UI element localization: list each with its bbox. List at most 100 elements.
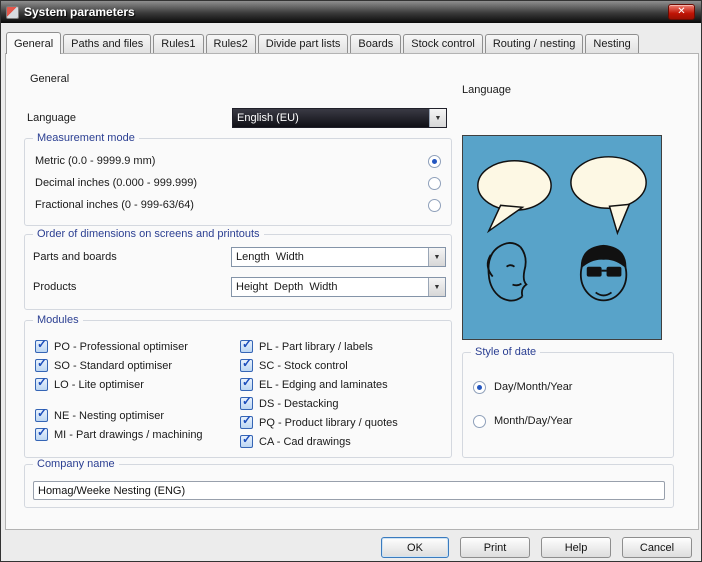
dropdown-arrow-icon[interactable]: ▼ <box>428 278 445 296</box>
date-style-option[interactable]: Month/Day/Year <box>473 413 673 429</box>
tab-label: Rules1 <box>161 38 196 50</box>
check-icon: ✓ <box>37 425 48 439</box>
parts-boards-order-combo[interactable]: Length Width ▼ <box>231 247 446 267</box>
language-illustration-svg <box>463 136 661 339</box>
modules-column-right: ✓ PL - Part library / labels ✓ SC - Stoc… <box>240 337 398 451</box>
checkbox[interactable]: ✓ <box>35 375 48 391</box>
close-button[interactable]: ✕ <box>668 4 695 20</box>
modules-column-left: ✓ PO - Professional optimiser ✓ SO - Sta… <box>35 337 203 444</box>
module-checkbox[interactable]: ✓ CA - Cad drawings <box>240 432 398 451</box>
tab-label: Paths and files <box>71 38 144 50</box>
check-icon: ✓ <box>37 406 48 420</box>
system-parameters-dialog: System parameters ✕ General Paths and fi… <box>0 0 702 562</box>
groupbox-company-name: Company name <box>24 458 674 508</box>
check-icon: ✓ <box>242 394 253 408</box>
module-checkbox[interactable]: ✓ LO - Lite optimiser <box>35 375 203 394</box>
cancel-button[interactable]: Cancel <box>622 537 692 558</box>
module-label: CA - Cad drawings <box>259 435 351 448</box>
groupbox-date-style: Style of date Day/Month/Year Month/Day/Y… <box>462 346 674 458</box>
language-select-value: English (EU) <box>233 109 429 127</box>
title-bar[interactable]: System parameters ✕ <box>1 1 701 23</box>
tab-label: Routing / nesting <box>492 38 576 50</box>
check-icon: ✓ <box>242 432 253 446</box>
date-style-option-label: Month/Day/Year <box>494 415 573 427</box>
radio-button[interactable] <box>428 198 441 212</box>
products-order-combo[interactable]: Height Depth Width ▼ <box>231 277 446 297</box>
app-icon[interactable] <box>6 5 19 19</box>
measurement-option-label: Metric (0.0 - 9999.9 mm) <box>35 155 156 167</box>
arrow-glyph: ▼ <box>433 283 441 291</box>
check-icon: ✓ <box>37 356 48 370</box>
module-checkbox[interactable]: ✓ MI - Part drawings / machining <box>35 425 203 444</box>
checkbox[interactable]: ✓ <box>240 356 253 372</box>
checkbox[interactable]: ✓ <box>240 432 253 448</box>
ok-button[interactable]: OK <box>381 537 449 558</box>
dropdown-arrow-icon[interactable]: ▼ <box>429 109 446 127</box>
checkbox[interactable]: ✓ <box>35 337 48 353</box>
module-checkbox[interactable]: ✓ PQ - Product library / quotes <box>240 413 398 432</box>
module-checkbox[interactable]: ✓ NE - Nesting optimiser <box>35 406 203 425</box>
tab[interactable]: General <box>6 32 62 54</box>
checkbox[interactable]: ✓ <box>240 375 253 391</box>
tab-label: Boards <box>358 38 394 50</box>
groupbox-title: Company name <box>33 458 119 470</box>
groupbox-title: Measurement mode <box>33 132 139 144</box>
tab[interactable]: Nesting <box>585 34 639 53</box>
check-icon: ✓ <box>37 337 48 351</box>
radio-button[interactable] <box>473 414 486 428</box>
combo-value: Height Depth Width <box>236 281 338 293</box>
tab[interactable]: Boards <box>350 34 402 53</box>
module-label: SO - Standard optimiser <box>54 359 172 372</box>
module-checkbox[interactable]: ✓ PO - Professional optimiser <box>35 337 203 356</box>
window-title: System parameters <box>24 5 135 19</box>
dropdown-arrow-icon[interactable]: ▼ <box>428 248 445 266</box>
radio-button[interactable] <box>428 176 441 190</box>
tab[interactable]: Stock control <box>403 34 483 53</box>
groupbox-modules: Modules ✓ PO - Professional optimiser ✓ … <box>24 314 452 458</box>
checkbox[interactable]: ✓ <box>35 356 48 372</box>
language-illustration <box>462 135 662 340</box>
measurement-option-label: Fractional inches (0 - 999-63/64) <box>35 199 194 211</box>
groupbox-title: Order of dimensions on screens and print… <box>33 228 264 240</box>
help-button[interactable]: Help <box>541 537 611 558</box>
module-label: EL - Edging and laminates <box>259 378 388 391</box>
tab[interactable]: Rules2 <box>205 34 256 53</box>
section-heading-general: General <box>30 73 70 85</box>
module-checkbox[interactable]: ✓ DS - Destacking <box>240 394 398 413</box>
module-checkbox[interactable]: ✓ PL - Part library / labels <box>240 337 398 356</box>
tab[interactable]: Rules1 <box>153 34 204 53</box>
tab-page-general: General Language English (EU) ▼ Measurem… <box>5 53 699 530</box>
tab-label: Divide part lists <box>265 38 341 50</box>
print-button[interactable]: Print <box>460 537 530 558</box>
radio-button[interactable] <box>473 380 486 394</box>
checkbox[interactable]: ✓ <box>35 406 48 422</box>
company-name-input[interactable] <box>33 481 665 500</box>
checkbox[interactable]: ✓ <box>240 413 253 429</box>
module-checkbox[interactable]: ✓ EL - Edging and laminates <box>240 375 398 394</box>
module-label: PQ - Product library / quotes <box>259 416 398 429</box>
date-style-options: Day/Month/Year Month/Day/Year <box>463 353 673 429</box>
module-label: PL - Part library / labels <box>259 340 373 353</box>
checkbox[interactable]: ✓ <box>240 337 253 353</box>
check-icon: ✓ <box>242 413 253 427</box>
checkbox[interactable]: ✓ <box>35 425 48 441</box>
measurement-option[interactable]: Metric (0.0 - 9999.9 mm) <box>35 153 441 169</box>
language-select[interactable]: English (EU) ▼ <box>232 108 447 128</box>
radio-button[interactable] <box>428 154 441 168</box>
module-checkbox[interactable]: ✓ SC - Stock control <box>240 356 398 375</box>
tab[interactable]: Paths and files <box>63 34 152 53</box>
measurement-option[interactable]: Fractional inches (0 - 999-63/64) <box>35 197 441 213</box>
module-label: LO - Lite optimiser <box>54 378 144 391</box>
groupbox-title: Modules <box>33 314 83 326</box>
tab-label: Stock control <box>411 38 475 50</box>
groupbox-dimension-order: Order of dimensions on screens and print… <box>24 228 452 310</box>
language-field-label: Language <box>27 112 76 124</box>
module-checkbox[interactable]: ✓ SO - Standard optimiser <box>35 356 203 375</box>
tab[interactable]: Routing / nesting <box>484 34 584 53</box>
groupbox-measurement-mode: Measurement mode Metric (0.0 - 9999.9 mm… <box>24 132 452 226</box>
check-icon: ✓ <box>242 337 253 351</box>
measurement-option[interactable]: Decimal inches (0.000 - 999.999) <box>35 175 441 191</box>
tab[interactable]: Divide part lists <box>257 34 349 53</box>
date-style-option[interactable]: Day/Month/Year <box>473 379 673 395</box>
checkbox[interactable]: ✓ <box>240 394 253 410</box>
